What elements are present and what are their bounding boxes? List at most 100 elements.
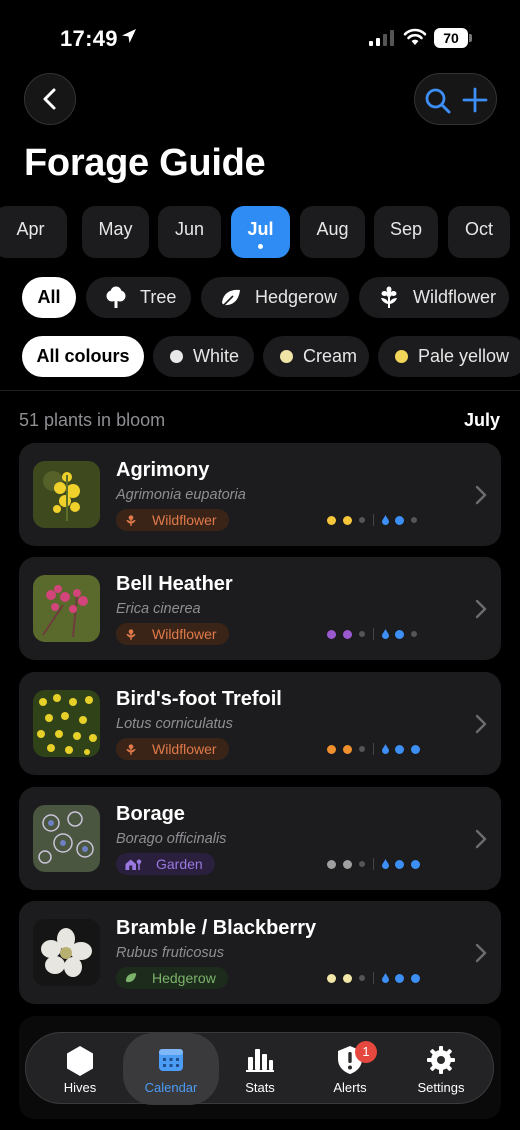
add-button[interactable] — [462, 87, 488, 118]
filter-hedgerow[interactable]: Hedgerow — [201, 277, 349, 318]
leaf-icon — [219, 286, 243, 310]
plant-photo — [33, 461, 100, 528]
plant-card[interactable]: Borage Borago officinalis Garden — [19, 787, 501, 890]
wifi-icon — [403, 28, 427, 51]
nectar-dot — [411, 631, 417, 637]
plant-card[interactable]: Bell Heather Erica cinerea Wildflower — [19, 557, 501, 660]
forage-value-meter — [327, 743, 427, 755]
calendar-icon — [123, 1045, 219, 1073]
search-icon — [425, 88, 451, 114]
plant-photo — [33, 805, 100, 872]
filter-all[interactable]: All — [22, 277, 76, 318]
back-button[interactable] — [24, 73, 76, 125]
cellular-signal-icon — [369, 30, 395, 51]
forage-value-meter — [327, 972, 427, 984]
status-time: 17:49 — [60, 26, 118, 51]
pollen-dot — [343, 859, 352, 869]
filter-tree[interactable]: Tree — [86, 277, 191, 318]
category-tag: Garden — [116, 853, 215, 875]
plant-latin-name: Rubus fruticosus — [116, 945, 224, 961]
plant-latin-name: Lotus corniculatus — [116, 716, 233, 732]
tab-settings[interactable]: Settings — [396, 1033, 486, 1105]
month-chip-apr[interactable]: Apr — [0, 206, 67, 258]
nectar-drop-icon — [382, 629, 389, 639]
chevron-right-icon — [475, 485, 487, 510]
filter-wildflower[interactable]: Wildflower — [359, 277, 509, 318]
colour-white[interactable]: White — [153, 336, 254, 377]
garden-house-icon — [124, 857, 142, 871]
tab-alerts[interactable]: 1 Alerts — [305, 1033, 395, 1105]
month-chip-may[interactable]: May — [82, 206, 149, 258]
category-tag: Wildflower — [116, 738, 229, 760]
pollen-dot — [343, 973, 352, 983]
category-label: Wildflower — [152, 512, 217, 528]
chevron-right-icon — [475, 943, 487, 968]
plant-photo — [33, 575, 100, 642]
colour-swatch — [170, 350, 183, 363]
hexagon-icon — [35, 1045, 125, 1077]
month-chip-sep[interactable]: Sep — [374, 206, 438, 258]
tab-label: Stats — [245, 1080, 275, 1095]
leaf-icon — [124, 971, 138, 985]
nectar-dot — [411, 517, 417, 523]
battery-indicator: 70 — [434, 28, 472, 48]
tab-calendar[interactable]: Calendar — [123, 1033, 219, 1105]
chevron-right-icon — [475, 829, 487, 854]
month-chip-oct[interactable]: Oct — [448, 206, 510, 258]
nectar-dot — [395, 859, 404, 869]
plant-photo — [33, 919, 100, 986]
alert-shield-icon — [305, 1045, 395, 1075]
category-filter: All Tree Hedgerow Wildflower — [0, 277, 520, 319]
flower-icon — [124, 513, 138, 527]
month-label: Jul — [247, 219, 274, 239]
flower-icon — [377, 286, 401, 310]
plant-card[interactable]: Agrimony Agrimonia eupatoria Wildflower — [19, 443, 501, 546]
colour-cream[interactable]: Cream — [263, 336, 369, 377]
plant-name: Agrimony — [116, 459, 210, 481]
nectar-dot — [395, 629, 404, 639]
plant-card[interactable]: Bird's-foot Trefoil Lotus corniculatus W… — [19, 672, 501, 775]
month-chip-jun[interactable]: Jun — [158, 206, 221, 258]
category-label: Wildflower — [152, 741, 217, 757]
tab-label: Alerts — [333, 1080, 367, 1095]
plant-card[interactable]: Bramble / Blackberry Rubus fruticosus He… — [19, 901, 501, 1004]
category-tag: Wildflower — [116, 623, 229, 645]
search-button[interactable] — [424, 87, 452, 120]
filter-label: Wildflower — [413, 287, 497, 307]
pollen-dot — [343, 515, 352, 525]
month-chip-aug[interactable]: Aug — [300, 206, 365, 258]
plant-name: Bird's-foot Trefoil — [116, 688, 282, 710]
plant-latin-name: Agrimonia eupatoria — [116, 487, 246, 503]
chevron-right-icon — [475, 599, 487, 624]
chevron-left-icon — [43, 88, 56, 110]
tab-label: Calendar — [144, 1080, 198, 1095]
plant-photo — [33, 690, 100, 757]
plant-name: Bell Heather — [116, 573, 233, 595]
pollen-dot — [327, 515, 336, 525]
nectar-dot — [395, 744, 404, 754]
pollen-dot — [327, 973, 336, 983]
pollen-dot — [343, 629, 352, 639]
plus-icon — [462, 87, 488, 113]
tab-hives[interactable]: Hives — [35, 1033, 125, 1105]
divider — [0, 390, 520, 391]
summary-month: July — [463, 410, 500, 430]
tab-stats[interactable]: Stats — [215, 1033, 305, 1105]
colour-filter: All colours White Cream Pale yellow — [0, 336, 520, 378]
location-arrow-icon — [120, 27, 138, 50]
battery-level: 70 — [434, 28, 468, 48]
month-chip-jul[interactable]: Jul — [231, 206, 290, 258]
pollen-dot — [359, 861, 365, 867]
pollen-dot — [359, 631, 365, 637]
pollen-dot — [359, 517, 365, 523]
nectar-dot — [411, 744, 420, 754]
plant-name: Borage — [116, 803, 185, 825]
page-title: Forage Guide — [24, 142, 266, 184]
filter-label: Hedgerow — [255, 287, 338, 307]
category-tag: Hedgerow — [116, 967, 228, 989]
pollen-dot — [327, 744, 336, 754]
plant-name: Bramble / Blackberry — [116, 917, 317, 939]
colour-pale-yellow[interactable]: Pale yellow — [378, 336, 520, 377]
current-month-dot — [258, 244, 263, 249]
colour-all[interactable]: All colours — [22, 336, 144, 377]
